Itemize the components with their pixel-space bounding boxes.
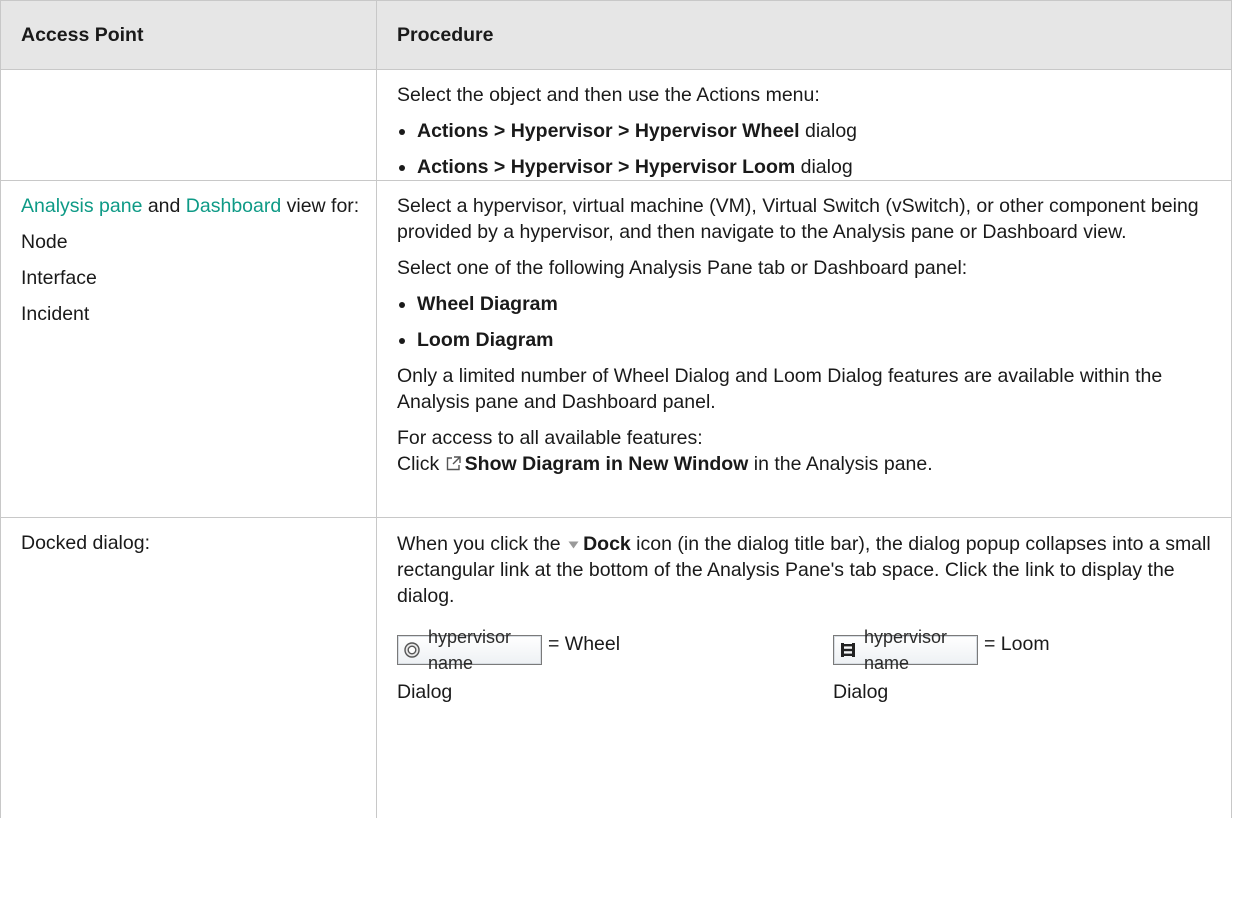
header-access-point: Access Point xyxy=(0,0,377,70)
list-item: Actions > Hypervisor > Hypervisor Wheel … xyxy=(397,118,1217,144)
wheel-example: hypervisor name = Wheel Dialog xyxy=(397,627,621,705)
show-diagram-label: Show Diagram in New Window xyxy=(464,453,749,475)
table-row: Docked dialog: When you click the Dock i… xyxy=(0,517,1232,818)
procedure-paragraph: Only a limited number of Wheel Dialog an… xyxy=(397,365,1163,413)
procedure-paragraph: Select a hypervisor, virtual machine (VM… xyxy=(397,195,1199,243)
list-item: Wheel Diagram xyxy=(397,291,1217,317)
table-row: Select the object and then use the Actio… xyxy=(0,69,1232,181)
show-diagram-instruction: Click Show Diagram in New Window in the … xyxy=(397,451,1217,479)
table-row: Analysis pane and Dashboard view for: No… xyxy=(0,180,1232,518)
list-item-suffix: dialog xyxy=(799,120,858,142)
access-item-interface: Interface xyxy=(21,267,97,289)
wheel-diagram-label: Wheel Diagram xyxy=(417,293,558,315)
access-cell-empty xyxy=(0,69,377,181)
dock-triangle-icon xyxy=(568,530,579,556)
access-item-node: Node xyxy=(21,231,68,253)
procedure-cell: When you click the Dock icon (in the dia… xyxy=(376,517,1232,818)
in-analysis-pane-text: in the Analysis pane. xyxy=(748,453,933,475)
docked-dialog-label: Docked dialog: xyxy=(21,532,150,554)
docked-examples: hypervisor name = Wheel Dialog hypervisor… xyxy=(397,627,1217,721)
wheel-equals-label: = Wheel xyxy=(548,633,621,655)
click-text: Click xyxy=(397,453,445,475)
loom-equals-label: = Loom xyxy=(984,633,1050,655)
access-note: For access to all available features: xyxy=(397,427,703,449)
dock-label: Dock xyxy=(583,533,631,555)
loom-tab-label: hypervisor name xyxy=(864,627,948,673)
actions-list: Actions > Hypervisor > Hypervisor Wheel … xyxy=(397,118,1217,180)
external-window-icon xyxy=(445,453,462,479)
loom-dialog-label: Dialog xyxy=(833,681,889,703)
table-header-row: Access Point Procedure xyxy=(0,0,1232,70)
view-for-text: view for: xyxy=(281,195,360,217)
procedure-intro: Select the object and then use the Actio… xyxy=(397,84,820,106)
loom-diagram-label: Loom Diagram xyxy=(417,329,554,351)
procedure-paragraph: Select one of the following Analysis Pan… xyxy=(397,257,968,279)
procedure-paragraph: For access to all available features: Cl… xyxy=(397,425,1217,479)
loom-example: hypervisor name = Loom Dialog xyxy=(833,627,1050,705)
wheel-tab-label: hypervisor name xyxy=(428,627,512,673)
access-procedure-table: Access Point Procedure Select the object… xyxy=(0,0,1232,818)
access-cell: Analysis pane and Dashboard view for: No… xyxy=(0,180,377,518)
procedure-cell: Select the object and then use the Actio… xyxy=(376,69,1232,181)
loom-dock-tab[interactable]: hypervisor name xyxy=(833,627,978,673)
access-heading: Analysis pane and Dashboard view for: xyxy=(21,193,362,219)
wheel-dock-tab[interactable]: hypervisor name xyxy=(397,627,542,673)
procedure-cell: Select a hypervisor, virtual machine (VM… xyxy=(376,180,1232,518)
list-item-suffix: dialog xyxy=(795,156,853,178)
menu-path: Actions > Hypervisor > Hypervisor Loom xyxy=(417,156,796,178)
wheel-dialog-label: Dialog xyxy=(397,681,453,703)
procedure-paragraph: When you click the Dock icon (in the dia… xyxy=(397,530,1217,609)
dashboard-link[interactable]: Dashboard xyxy=(186,195,281,217)
access-cell: Docked dialog: xyxy=(0,517,377,818)
header-procedure: Procedure xyxy=(376,0,1232,70)
and-text: and xyxy=(142,195,186,217)
dock-text-start: When you click the xyxy=(397,533,567,555)
wheel-ring-icon xyxy=(404,642,420,658)
list-item: Loom Diagram xyxy=(397,327,1217,353)
analysis-pane-link[interactable]: Analysis pane xyxy=(21,195,142,217)
access-item-incident: Incident xyxy=(21,303,90,325)
loom-grid-icon xyxy=(841,643,855,657)
list-item: Actions > Hypervisor > Hypervisor Loom d… xyxy=(397,154,1217,180)
diagram-list: Wheel Diagram Loom Diagram xyxy=(397,291,1217,353)
menu-path: Actions > Hypervisor > Hypervisor Wheel xyxy=(417,120,800,142)
